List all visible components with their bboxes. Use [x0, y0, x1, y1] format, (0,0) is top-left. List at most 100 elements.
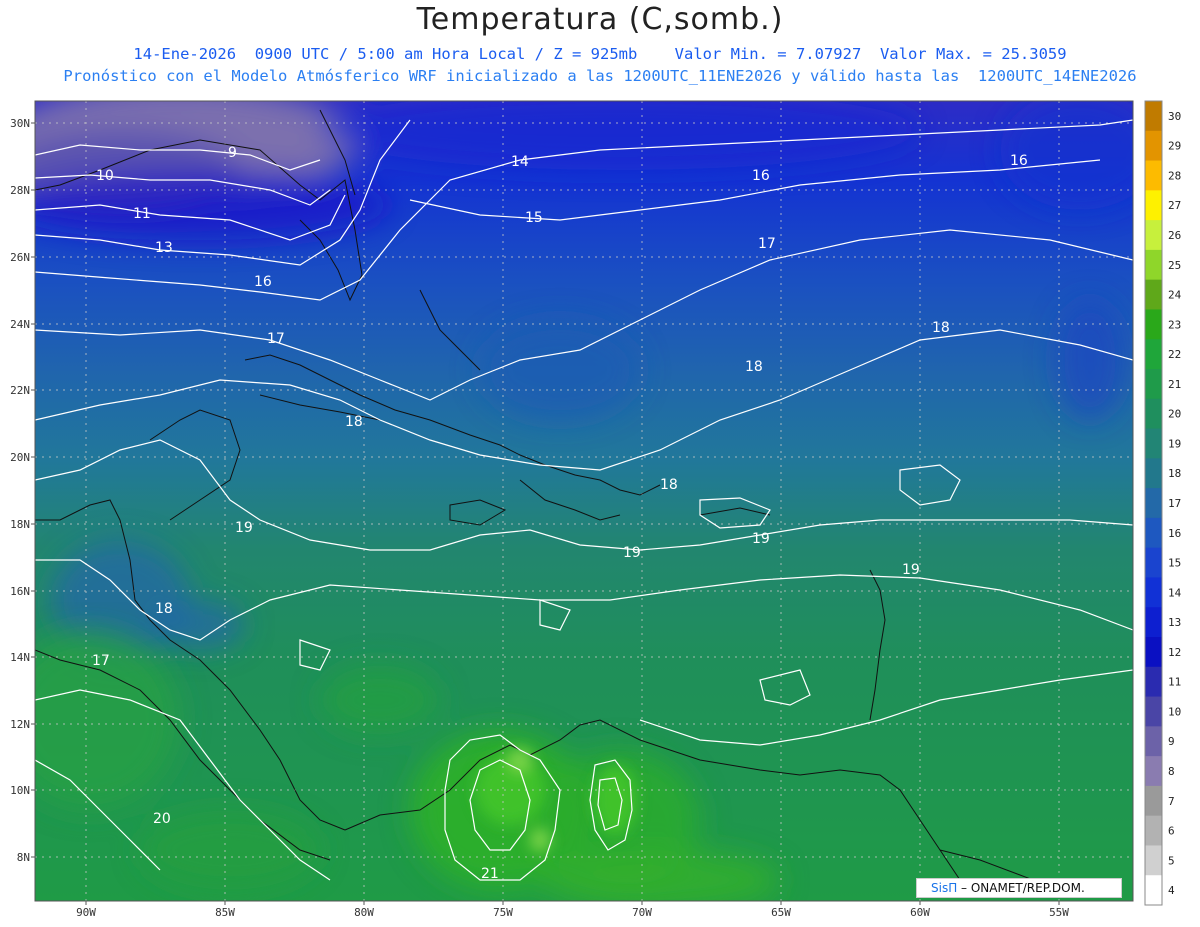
credit-box: SisΠ – ONAMET/REP.DOM.: [916, 878, 1122, 898]
colorbar-label: 19: [1168, 437, 1181, 450]
colorbar-label: 12: [1168, 646, 1181, 659]
contour-label: 13: [155, 240, 173, 256]
contour-label: 18: [745, 359, 763, 375]
map-plot-area: 9 10 11 13 14 15 16 16 16 17 17 17 18 18…: [35, 101, 1133, 901]
contour-label: 21: [481, 866, 499, 882]
contour-label: 18: [660, 477, 678, 493]
contour-label: 20: [153, 811, 171, 827]
colorbar-swatch: [1145, 279, 1162, 310]
lon-tick-label: 85W: [215, 906, 235, 919]
colorbar-swatch: [1145, 577, 1162, 608]
colorbar-label: 29: [1168, 140, 1181, 153]
colorbar-label: 15: [1168, 557, 1181, 570]
lat-tick-label: 10N: [10, 784, 30, 797]
colorbar-label: 17: [1168, 497, 1181, 510]
colorbar-swatch: [1145, 666, 1162, 698]
colorbar-swatch: [1145, 458, 1162, 489]
colorbar-swatch: [1145, 160, 1162, 191]
lat-tick-label: 8N: [17, 851, 30, 864]
colorbar-label: 13: [1168, 616, 1181, 629]
colorbar-swatch: [1145, 398, 1162, 430]
colorbar-label: 28: [1168, 169, 1181, 182]
contour-label: 11: [133, 206, 151, 222]
colorbar-label: 10: [1168, 705, 1181, 718]
colorbar-label: 14: [1168, 586, 1182, 599]
contour-label: 14: [511, 154, 529, 170]
lon-tick-label: 90W: [76, 906, 96, 919]
contour-label: 18: [155, 601, 173, 617]
colorbar-label: 8: [1168, 765, 1175, 778]
colorbar-swatch: [1145, 875, 1162, 906]
contour-label: 16: [752, 168, 770, 184]
contour-label: 17: [92, 653, 110, 669]
colorbar-label: 11: [1168, 676, 1181, 689]
colorbar-label: 22: [1168, 348, 1181, 361]
sispi-logo-text: SisΠ: [931, 881, 958, 895]
lon-tick-label: 70W: [632, 906, 652, 919]
colorbar-swatch: [1145, 785, 1162, 817]
colorbar-label: 5: [1168, 854, 1175, 867]
lat-tick-label: 20N: [10, 451, 30, 464]
temperature-map: 9 10 11 13 14 15 16 16 16 17 17 17 18 18…: [10, 100, 1182, 919]
colorbar-label: 27: [1168, 199, 1181, 212]
colorbar-swatch: [1145, 130, 1162, 162]
colorbar-label: 4: [1168, 884, 1175, 897]
colorbar-swatch: [1145, 101, 1162, 132]
lat-tick-label: 24N: [10, 318, 30, 331]
colorbar-label: 20: [1168, 408, 1181, 421]
colorbar-swatch: [1145, 249, 1162, 281]
lon-tick-label: 80W: [354, 906, 374, 919]
contour-label: 19: [902, 562, 920, 578]
colorbar-label: 6: [1168, 825, 1175, 838]
colorbar-swatch: [1145, 845, 1162, 876]
contour-label: 19: [752, 531, 770, 547]
colorbar-swatch: [1145, 517, 1162, 549]
lat-tick-label: 18N: [10, 518, 30, 531]
lat-tick-label: 12N: [10, 718, 30, 731]
colorbar-label: 24: [1168, 289, 1182, 302]
contour-label: 19: [235, 520, 253, 536]
lon-tick-label: 55W: [1049, 906, 1069, 919]
lon-tick-label: 60W: [910, 906, 930, 919]
colorbar-swatch: [1145, 815, 1162, 846]
contour-label: 16: [254, 274, 272, 290]
contour-label: 19: [623, 545, 641, 561]
colorbar-label: 21: [1168, 378, 1181, 391]
contour-label: 17: [758, 236, 776, 252]
colorbar-label: 25: [1168, 259, 1181, 272]
lat-tick-label: 30N: [10, 117, 30, 130]
colorbar-label: 26: [1168, 229, 1181, 242]
colorbar-swatch: [1145, 369, 1162, 400]
colorbar-swatch: [1145, 726, 1162, 757]
colorbar-label: 23: [1168, 318, 1181, 331]
lat-tick-label: 26N: [10, 251, 30, 264]
lat-tick-label: 22N: [10, 384, 30, 397]
colorbar-swatch: [1145, 428, 1162, 459]
contour-label: 18: [345, 414, 363, 430]
colorbar-swatch: [1145, 488, 1162, 519]
colorbar-swatch: [1145, 547, 1162, 578]
contour-label: 17: [267, 331, 285, 347]
colorbar-label: 30: [1168, 110, 1181, 123]
lat-tick-label: 14N: [10, 651, 30, 664]
contour-label: 15: [525, 210, 543, 226]
colorbar-swatch: [1145, 637, 1162, 668]
contour-label: 18: [932, 320, 950, 336]
colorbar-swatch: [1145, 309, 1162, 340]
colorbar-swatch: [1145, 696, 1162, 727]
colorbar-swatch: [1145, 756, 1162, 787]
lon-tick-label: 65W: [771, 906, 791, 919]
colorbar-label: 18: [1168, 467, 1181, 480]
colorbar-swatch: [1145, 220, 1162, 251]
colorbar-label: 16: [1168, 527, 1181, 540]
latitude-axis: 30N 28N 26N 24N 22N 20N 18N 16N 14N 12N …: [10, 117, 35, 864]
colorbar-swatch: [1145, 339, 1162, 370]
colorbar-swatch: [1145, 607, 1162, 638]
colorbar-label: 7: [1168, 795, 1175, 808]
lat-tick-label: 16N: [10, 585, 30, 598]
colorbar-swatch: [1145, 190, 1162, 221]
contour-label: 9: [228, 145, 237, 161]
contour-label: 10: [96, 168, 114, 184]
longitude-axis: 90W 85W 80W 75W 70W 65W 60W 55W: [76, 901, 1069, 919]
lon-tick-label: 75W: [493, 906, 513, 919]
